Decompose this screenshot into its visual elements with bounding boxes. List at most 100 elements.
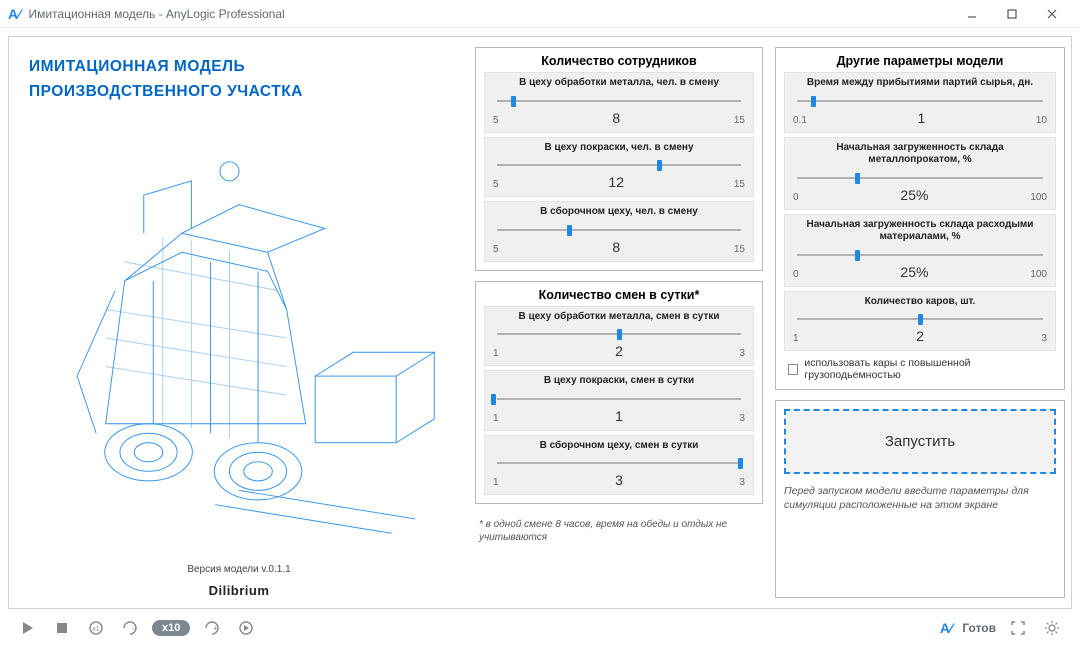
main-canvas: ИМИТАЦИОННАЯ МОДЕЛЬ ПРОИЗВОДСТВЕННОГО УЧ… [8,36,1072,609]
other-slider-0[interactable] [793,94,1047,108]
shifts-param-0: В цеху обработки металла, смен в сутки 1 2… [484,306,754,367]
other-value-2: 25% [900,264,928,280]
window-title: Имитационная модель - AnyLogic Professio… [28,7,952,21]
middle-column: Количество сотрудников В цеху обработки … [469,37,769,608]
employees-min-2: 5 [493,244,499,255]
employees-max-2: 15 [734,244,745,255]
window-maximize-button[interactable] [992,3,1032,25]
shifts-slider-1[interactable] [493,392,745,406]
shifts-value-2: 3 [615,472,623,488]
other-max-2: 100 [1030,269,1047,280]
other-label-3: Количество каров, шт. [793,296,1047,309]
bottom-toolbar: x1 - x10 + A⁄ Готов [8,615,1072,641]
heavy-carts-checkbox-row[interactable]: использовать кары с повышенной грузоподь… [784,357,1056,381]
employees-min-1: 5 [493,179,499,190]
run-hint: Перед запуском модели введите параметры … [784,484,1056,512]
other-label-1: Начальная загруженность склада металлопр… [793,142,1047,167]
other-min-2: 0 [793,269,799,280]
employees-block: Количество сотрудников В цеху обработки … [475,47,763,271]
other-param-2: Начальная загруженность склада расходыми… [784,214,1056,287]
shifts-block: Количество смен в сутки* В цеху обработк… [475,281,763,505]
forklift-illustration [29,105,449,572]
settings-gear-icon[interactable] [1040,618,1064,638]
shifts-footnote: * в одной смене 8 часов, время на обеды … [475,518,763,544]
model-title-line1: ИМИТАЦИОННАЯ МОДЕЛЬ [29,58,245,75]
other-params-block: Другие параметры модели Время между приб… [775,47,1065,390]
employees-label-0: В цеху обработки металла, чел. в смену [493,77,745,90]
other-slider-3[interactable] [793,312,1047,326]
speed-indicator[interactable]: x10 [152,620,190,636]
other-params-block-title: Другие параметры модели [784,54,1056,68]
svg-text:+: + [213,624,218,633]
employees-slider-0[interactable] [493,94,745,108]
other-value-3: 2 [916,328,924,344]
shifts-label-0: В цеху обработки металла, смен в сутки [493,311,745,324]
other-value-0: 1 [917,110,925,126]
employees-value-0: 8 [612,110,620,126]
employees-param-0: В цеху обработки металла, чел. в смену 5 8… [484,72,754,133]
employees-value-2: 8 [612,239,620,255]
window-minimize-button[interactable] [952,3,992,25]
right-column: Другие параметры модели Время между приб… [769,37,1071,608]
other-param-0: Время между прибытиями партий сырья, дн.… [784,72,1056,133]
model-title-line2: ПРОИЗВОДСТВЕННОГО УЧАСТКА [29,83,303,100]
other-slider-2[interactable] [793,248,1047,262]
fullscreen-icon[interactable] [1006,618,1030,638]
window-titlebar: A⁄ Имитационная модель - AnyLogic Profes… [0,0,1080,28]
model-title: ИМИТАЦИОННАЯ МОДЕЛЬ ПРОИЗВОДСТВЕННОГО УЧ… [29,55,449,105]
employees-slider-1[interactable] [493,158,745,172]
employees-slider-2[interactable] [493,223,745,237]
employees-max-1: 15 [734,179,745,190]
status-label: Готов [962,621,996,635]
stop-icon[interactable] [50,618,74,638]
other-slider-1[interactable] [793,171,1047,185]
heavy-carts-checkbox-label: использовать кары с повышенной грузоподь… [804,357,1052,381]
run-button-label: Запустить [885,433,955,450]
shifts-block-title: Количество смен в сутки* [484,288,754,302]
other-param-3: Количество каров, шт. 1 2 3 [784,291,1056,352]
play-icon[interactable] [16,618,40,638]
run-block: Запустить Перед запуском модели введите … [775,400,1065,598]
shifts-label-1: В цеху покраски, смен в сутки [493,375,745,388]
shifts-value-0: 2 [615,343,623,359]
shifts-min-1: 1 [493,413,499,424]
other-value-1: 25% [900,187,928,203]
shifts-slider-0[interactable] [493,327,745,341]
employees-min-0: 5 [493,115,499,126]
brand-label: Dilibrium [29,583,449,598]
speed-up-icon[interactable]: + [200,618,224,638]
shifts-param-2: В сборочном цеху, смен в сутки133 [484,435,754,496]
employees-value-1: 12 [608,174,624,190]
shifts-param-1: В цеху покраски, смен в сутки113 [484,370,754,431]
app-logo-icon: A⁄ [8,6,20,22]
other-max-0: 10 [1036,115,1047,126]
employees-label-1: В цеху покраски, чел. в смену [493,142,745,155]
employees-param-2: В сборочном цеху, чел. в смену 5 8 15 [484,201,754,262]
other-label-2: Начальная загруженность склада расходыми… [793,219,1047,244]
heavy-carts-checkbox[interactable] [788,364,798,375]
shifts-max-0: 3 [739,348,745,359]
other-max-3: 3 [1041,333,1047,344]
window-close-button[interactable] [1032,3,1072,25]
speed-x1-icon[interactable]: x1 [84,618,108,638]
employees-block-title: Количество сотрудников [484,54,754,68]
other-min-3: 1 [793,333,799,344]
other-min-1: 0 [793,192,799,203]
other-min-0: 0.1 [793,115,807,126]
shifts-min-2: 1 [493,477,499,488]
svg-text:-: - [132,624,135,633]
anylogic-logo-icon: A⁄ [940,620,952,636]
speed-down-icon[interactable]: - [118,618,142,638]
left-panel: ИМИТАЦИОННАЯ МОДЕЛЬ ПРОИЗВОДСТВЕННОГО УЧ… [9,37,469,608]
skip-forward-icon[interactable] [234,618,258,638]
shifts-max-2: 3 [739,477,745,488]
svg-text:x1: x1 [92,626,100,633]
other-label-0: Время между прибытиями партий сырья, дн. [793,77,1047,90]
other-param-1: Начальная загруженность склада металлопр… [784,137,1056,210]
employees-label-2: В сборочном цеху, чел. в смену [493,206,745,219]
employees-param-1: В цеху покраски, чел. в смену 5 12 15 [484,137,754,198]
shifts-min-0: 1 [493,348,499,359]
employees-max-0: 15 [734,115,745,126]
run-button[interactable]: Запустить [784,409,1056,474]
shifts-slider-2[interactable] [493,456,745,470]
